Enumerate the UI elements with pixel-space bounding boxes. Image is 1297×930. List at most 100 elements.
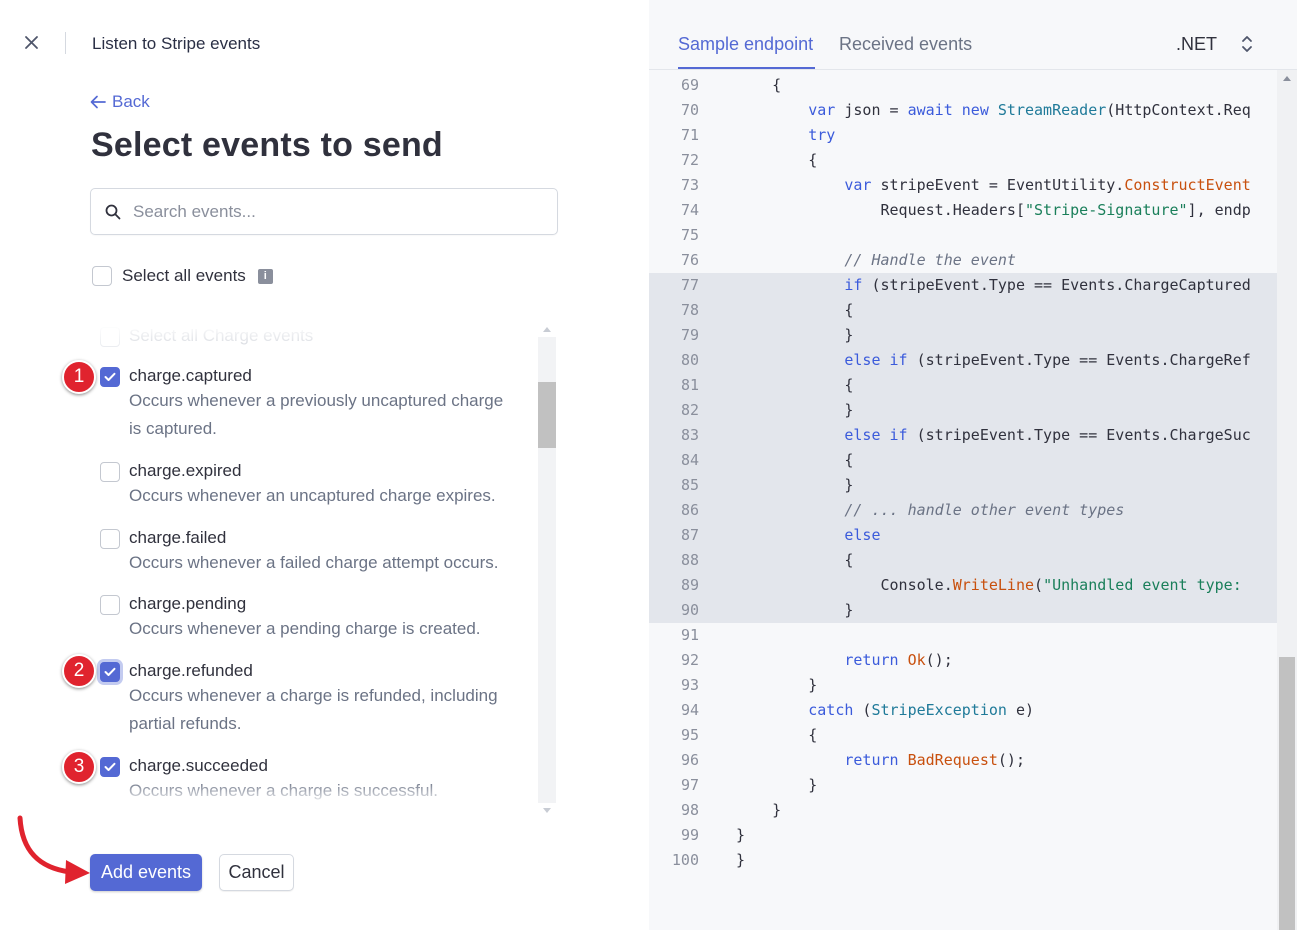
code-text: { — [736, 451, 854, 469]
code-text: else — [844, 526, 881, 544]
event-checkbox[interactable] — [100, 757, 120, 777]
code-line: 75 — [649, 223, 1277, 248]
line-number: 77 — [680, 276, 699, 294]
code-text: { — [736, 76, 782, 94]
code-text: { — [736, 726, 818, 744]
line-number: 81 — [680, 376, 699, 394]
list-item-group-header[interactable]: Select all Charge events — [100, 325, 520, 347]
event-list-scrollbar[interactable] — [538, 325, 556, 815]
event-name: charge.expired — [129, 461, 242, 480]
close-icon — [25, 36, 38, 49]
code-panel: Sample endpoint Received events .NET 69 … — [649, 0, 1297, 930]
code-text: } — [736, 826, 746, 844]
code-text: } — [736, 801, 782, 819]
code-text: { — [736, 376, 854, 394]
search-field[interactable] — [90, 188, 558, 235]
code-text: if (stripeEvent.Type == Events.ChargeCap… — [844, 276, 1251, 294]
event-description: Occurs whenever a pending charge is crea… — [129, 619, 481, 638]
active-tab-indicator — [678, 67, 815, 69]
close-button[interactable] — [22, 33, 42, 53]
line-number: 100 — [671, 851, 699, 869]
code-line: 84 { — [649, 448, 1277, 473]
line-number: 90 — [680, 601, 699, 619]
annotation-arrow-icon — [17, 815, 90, 884]
code-text: } — [736, 676, 818, 694]
line-number: 99 — [680, 826, 699, 844]
line-number: 73 — [680, 176, 699, 194]
event-checkbox[interactable] — [100, 662, 120, 682]
line-number: 94 — [680, 701, 699, 719]
line-number: 89 — [680, 576, 699, 594]
list-item-charge-succeeded[interactable]: charge.succeeded Occurs whenever a charg… — [100, 755, 520, 805]
select-all-checkbox[interactable] — [92, 266, 112, 286]
back-link[interactable]: Back — [90, 92, 150, 112]
code-line: 86 // ... handle other event types — [649, 498, 1277, 523]
code-scrollbar-thumb[interactable] — [1279, 657, 1295, 930]
chevron-updown-icon[interactable] — [1239, 33, 1255, 55]
tab-sample-endpoint[interactable]: Sample endpoint — [678, 34, 813, 55]
info-icon[interactable]: i — [257, 268, 273, 284]
code-line: 71 try — [649, 123, 1277, 148]
line-number: 69 — [680, 76, 699, 94]
code-viewer: 69 {70 var json = await new StreamReader… — [649, 73, 1277, 930]
back-label: Back — [112, 92, 150, 111]
check-icon — [104, 667, 116, 676]
scrollbar-thumb[interactable] — [538, 382, 556, 448]
check-icon — [104, 372, 116, 381]
event-description: Occurs whenever a previously uncaptured … — [129, 391, 504, 438]
code-text: { — [736, 551, 854, 569]
list-item-charge-failed[interactable]: charge.failed Occurs whenever a failed c… — [100, 527, 520, 577]
group-checkbox[interactable] — [100, 327, 120, 347]
list-item-charge-pending[interactable]: charge.pending Occurs whenever a pending… — [100, 593, 520, 643]
event-checkbox[interactable] — [100, 529, 120, 549]
code-line: 85 } — [649, 473, 1277, 498]
arrow-left-icon — [90, 95, 106, 109]
tab-received-events[interactable]: Received events — [839, 34, 972, 55]
search-input[interactable] — [133, 201, 533, 222]
code-text: } — [736, 401, 854, 419]
annotation-badge-2: 2 — [62, 654, 96, 688]
code-line: 74 Request.Headers["Stripe-Signature"], … — [649, 198, 1277, 223]
code-text: Request.Headers["Stripe-Signature"], end… — [736, 201, 1251, 219]
event-checkbox[interactable] — [100, 367, 120, 387]
code-line: 76 // Handle the event — [649, 248, 1277, 273]
scroll-down-arrow[interactable] — [543, 808, 551, 813]
code-text: // ... handle other event types — [844, 501, 1125, 519]
event-description: Occurs whenever a charge is successful. — [129, 781, 438, 800]
code-text: return Ok(); — [844, 651, 953, 669]
list-item-charge-expired[interactable]: charge.expired Occurs whenever an uncapt… — [100, 460, 520, 510]
code-line: 82 } — [649, 398, 1277, 423]
event-description: Occurs whenever a failed charge attempt … — [129, 553, 499, 572]
language-select[interactable]: .NET — [1176, 34, 1217, 55]
event-name: charge.pending — [129, 594, 247, 613]
code-line: 83 else if (stripeEvent.Type == Events.C… — [649, 423, 1277, 448]
code-scrollbar[interactable] — [1277, 70, 1297, 930]
cancel-button[interactable]: Cancel — [219, 854, 294, 891]
line-number: 85 — [680, 476, 699, 494]
line-number: 72 — [680, 151, 699, 169]
line-number: 96 — [680, 751, 699, 769]
group-header-label: Select all Charge events — [129, 326, 314, 345]
line-number: 98 — [680, 801, 699, 819]
event-checkbox[interactable] — [100, 462, 120, 482]
line-number: 76 — [680, 251, 699, 269]
add-events-button[interactable]: Add events — [90, 854, 202, 891]
annotation-badge-1: 1 — [62, 360, 96, 394]
line-number: 83 — [680, 426, 699, 444]
select-all-row[interactable]: Select all events i — [92, 266, 273, 286]
scroll-up-arrow[interactable] — [543, 327, 551, 332]
code-text: return BadRequest(); — [844, 751, 1025, 769]
code-scroll-up-arrow[interactable] — [1283, 76, 1291, 81]
code-text: } — [736, 326, 854, 344]
event-checkbox[interactable] — [100, 595, 120, 615]
list-item-charge-refunded[interactable]: charge.refunded Occurs whenever a charge… — [100, 660, 520, 738]
line-number: 95 — [680, 726, 699, 744]
code-line: 69 { — [649, 73, 1277, 98]
code-line: 100} — [649, 848, 1277, 873]
search-icon — [105, 204, 121, 219]
code-line: 95 { — [649, 723, 1277, 748]
code-line: 96 return BadRequest(); — [649, 748, 1277, 773]
list-item-charge-captured[interactable]: charge.captured Occurs whenever a previo… — [100, 365, 520, 443]
line-number: 82 — [680, 401, 699, 419]
code-line: 79 } — [649, 323, 1277, 348]
